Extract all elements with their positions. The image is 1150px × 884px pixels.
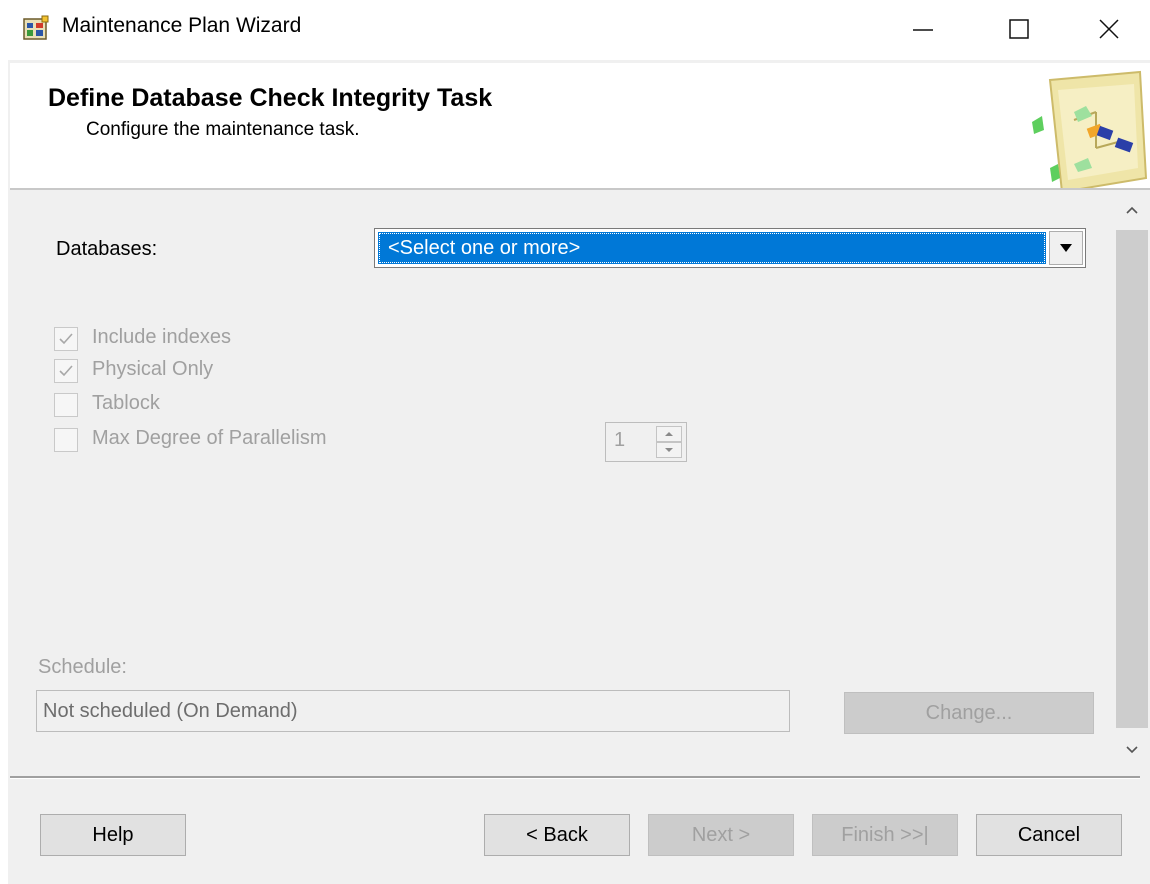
max-dop-value: 1 xyxy=(614,429,626,451)
databases-dropdown-selection: <Select one or more> xyxy=(378,232,1046,264)
close-icon xyxy=(1099,19,1119,39)
vertical-scrollbar[interactable] xyxy=(1114,190,1150,774)
databases-dropdown-button[interactable] xyxy=(1049,231,1083,265)
max-degree-of-parallelism-label: Max Degree of Parallelism xyxy=(92,427,327,449)
databases-dropdown-value: <Select one or more> xyxy=(388,237,581,259)
spinner-down-button[interactable] xyxy=(656,442,682,458)
next-button[interactable]: Next > xyxy=(648,814,794,856)
scroll-thumb[interactable] xyxy=(1116,230,1148,728)
checkmark-icon xyxy=(59,333,73,345)
scroll-up-button[interactable] xyxy=(1114,190,1150,230)
page-title: Define Database Check Integrity Task xyxy=(48,84,493,112)
title-bar: Maintenance Plan Wizard xyxy=(0,0,1150,60)
include-indexes-label: Include indexes xyxy=(92,326,231,348)
maximize-icon xyxy=(1009,19,1029,39)
footer-divider-highlight xyxy=(10,778,1140,779)
scroll-down-button[interactable] xyxy=(1114,730,1150,770)
chevron-up-icon xyxy=(1126,206,1138,214)
finish-button[interactable]: Finish >>| xyxy=(812,814,958,856)
physical-only-checkbox[interactable] xyxy=(54,359,78,383)
schedule-label: Schedule: xyxy=(38,656,127,678)
databases-label: Databases: xyxy=(56,238,158,260)
help-button[interactable]: Help xyxy=(40,814,186,856)
tablock-label: Tablock xyxy=(92,392,160,414)
cancel-button[interactable]: Cancel xyxy=(976,814,1122,856)
physical-only-label: Physical Only xyxy=(92,358,214,380)
page-subtitle: Configure the maintenance task. xyxy=(86,119,360,140)
spin-up-icon xyxy=(665,432,673,436)
close-button[interactable] xyxy=(1074,0,1144,58)
task-options-panel xyxy=(10,190,1150,774)
dropdown-arrow-icon xyxy=(1060,244,1072,252)
back-button[interactable]: < Back xyxy=(484,814,630,856)
tablock-checkbox[interactable] xyxy=(54,393,78,417)
window-title: Maintenance Plan Wizard xyxy=(62,14,302,37)
maximize-button[interactable] xyxy=(984,0,1054,58)
maintenance-plan-wizard-window: Maintenance Plan Wizard Define Database … xyxy=(0,0,1150,884)
spinner-up-button[interactable] xyxy=(656,426,682,442)
schedule-field: Not scheduled (On Demand) xyxy=(36,690,790,732)
checkmark-icon xyxy=(59,365,73,377)
chevron-down-icon xyxy=(1126,746,1138,754)
spinner-arrows xyxy=(656,426,682,458)
minimize-button[interactable] xyxy=(888,0,958,58)
include-indexes-checkbox[interactable] xyxy=(54,327,78,351)
minimize-icon xyxy=(913,29,933,31)
spin-down-icon xyxy=(665,448,673,452)
max-degree-of-parallelism-checkbox[interactable] xyxy=(54,428,78,452)
wizard-app-icon xyxy=(23,15,49,40)
schedule-value: Not scheduled (On Demand) xyxy=(43,700,298,722)
wizard-banner-icon xyxy=(1032,70,1148,192)
change-schedule-button[interactable]: Change... xyxy=(844,692,1094,734)
databases-dropdown[interactable]: <Select one or more> xyxy=(374,228,1086,268)
max-dop-spinner[interactable]: 1 xyxy=(605,422,687,462)
